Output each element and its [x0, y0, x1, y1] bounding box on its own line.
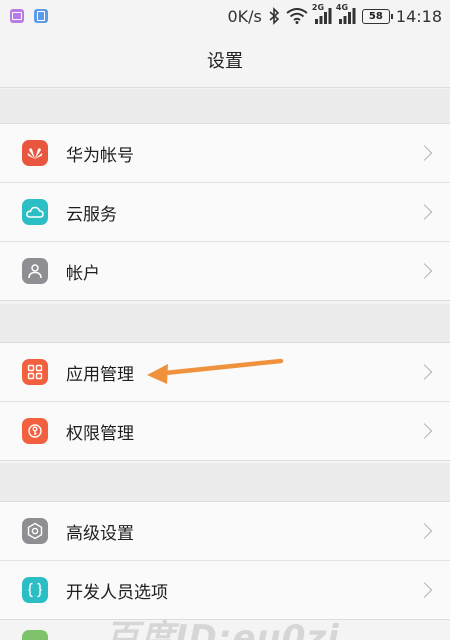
gear-icon	[22, 518, 48, 544]
sim2-network-type: 4G	[335, 3, 349, 12]
settings-item-accounts[interactable]: 帐户	[0, 242, 450, 301]
clock: 14:18	[395, 6, 442, 26]
section-divider	[0, 463, 450, 502]
section-divider	[0, 89, 450, 124]
page-title: 设置	[207, 50, 243, 72]
settings-group-advanced: 高级设置 开发人员选项	[0, 502, 450, 620]
gallery-notification-icon	[10, 9, 24, 23]
phone-manager-notification-icon	[34, 9, 48, 23]
settings-item-huawei-id[interactable]: 华为帐号	[0, 124, 450, 183]
settings-item-label: 帐户	[66, 263, 100, 284]
cloud-icon	[22, 199, 48, 225]
notification-icons	[10, 9, 48, 23]
settings-item-label: 应用管理	[66, 364, 134, 385]
settings-group-account: 华为帐号 云服务 帐户	[0, 124, 450, 301]
person-icon	[22, 258, 48, 284]
section-divider	[0, 304, 450, 343]
watermark: 百度ID:eu0zj	[105, 618, 340, 640]
title-bar: 设置	[0, 32, 450, 88]
settings-item-label: 云服务	[66, 204, 117, 225]
settings-item-advanced-settings[interactable]: 高级设置	[0, 502, 450, 561]
braces-icon	[22, 577, 48, 603]
status-bar: 0K/s 2G 4G 58 14:18	[0, 0, 450, 32]
sim1-network-type: 2G	[311, 3, 325, 12]
wifi-icon	[286, 8, 308, 24]
status-indicators: 0K/s 2G 4G 58 14:18	[227, 3, 442, 26]
settings-group-apps: 应用管理 权限管理	[0, 343, 450, 461]
settings-item-label: 高级设置	[66, 523, 134, 544]
huawei-icon	[22, 140, 48, 166]
battery-icon: 58	[361, 8, 393, 24]
network-speed: 0K/s	[227, 6, 262, 26]
settings-item-permission-management[interactable]: 权限管理	[0, 402, 450, 461]
bluetooth-icon	[269, 7, 280, 25]
settings-item-app-management[interactable]: 应用管理	[0, 343, 450, 402]
sim1-signal: 2G	[312, 3, 332, 24]
settings-item-cloud-service[interactable]: 云服务	[0, 183, 450, 242]
chevron-right-icon	[416, 263, 433, 279]
partial-item-icon	[22, 630, 48, 640]
settings-item-label: 华为帐号	[66, 145, 134, 166]
sim2-signal: 4G	[336, 3, 356, 24]
chevron-right-icon	[416, 204, 433, 220]
chevron-right-icon	[416, 423, 433, 439]
chevron-right-icon	[416, 523, 433, 539]
chevron-right-icon	[416, 364, 433, 380]
permission-key-icon	[22, 418, 48, 444]
settings-item-label: 开发人员选项	[66, 582, 168, 603]
settings-item-label: 权限管理	[66, 423, 134, 444]
chevron-right-icon	[416, 582, 433, 598]
chevron-right-icon	[416, 145, 433, 161]
apps-grid-icon	[22, 359, 48, 385]
